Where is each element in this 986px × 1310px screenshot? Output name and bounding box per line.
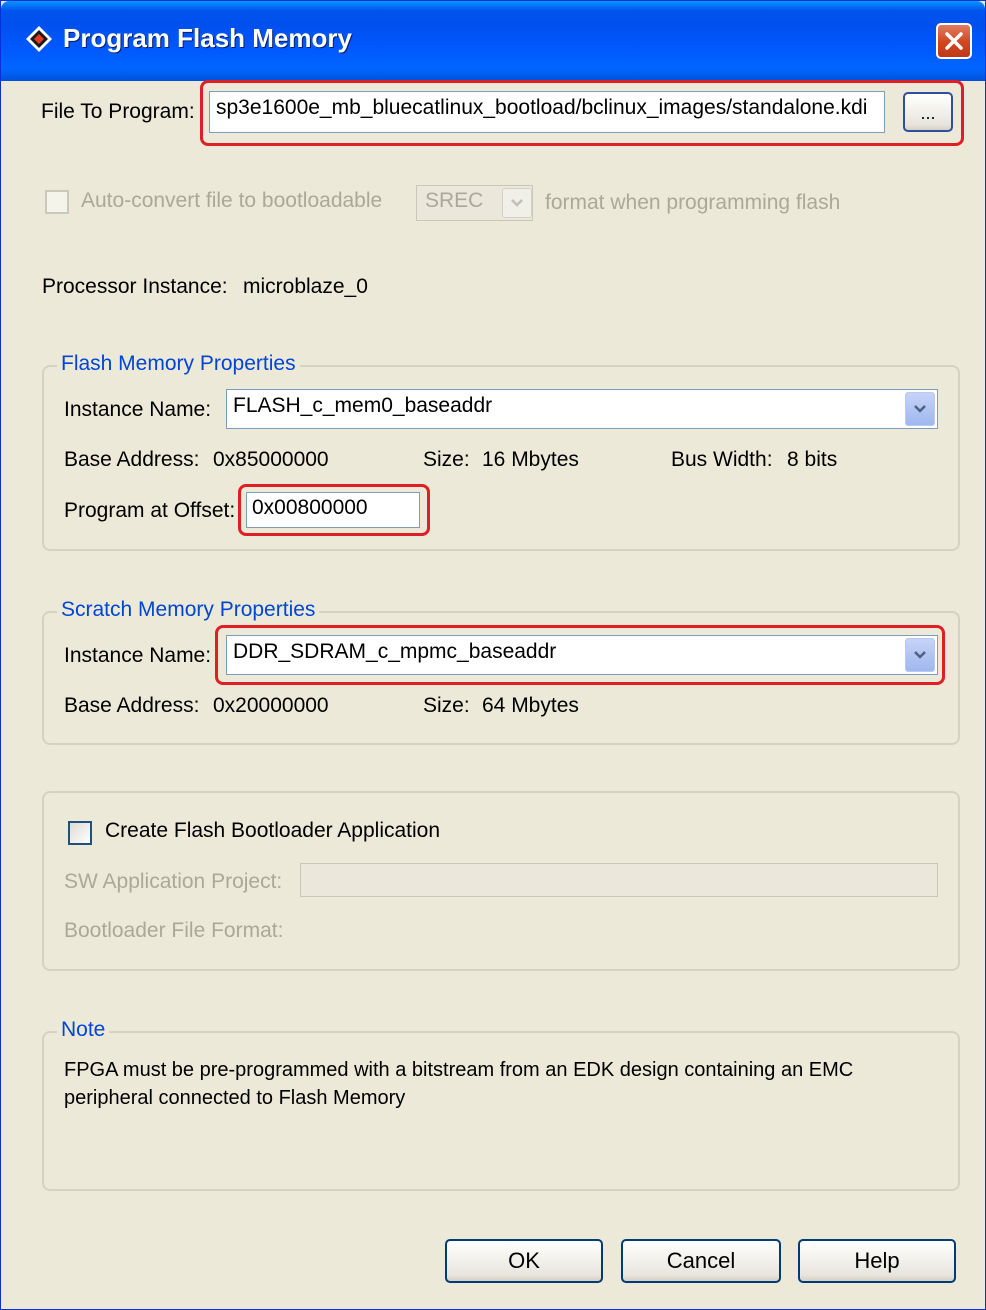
offset-highlight-frame (238, 484, 430, 536)
program-offset-label: Program at Offset: (64, 499, 236, 522)
processor-instance-label: Processor Instance: (42, 275, 228, 298)
scratch-memory-group-title: Scratch Memory Properties (57, 598, 320, 622)
ok-button[interactable]: OK (445, 1239, 603, 1283)
create-bootloader-label: Create Flash Bootloader Application (105, 819, 441, 842)
note-text-line2: peripheral connected to Flash Memory (64, 1087, 406, 1109)
file-highlight-frame (200, 80, 964, 146)
sw-application-project-label: SW Application Project: (64, 870, 283, 893)
chevron-down-icon (914, 405, 926, 413)
help-button[interactable]: Help (798, 1239, 956, 1283)
xilinx-app-icon (26, 26, 52, 52)
flash-size-value: 16 Mbytes (482, 448, 579, 471)
sw-application-project-input[interactable] (300, 863, 938, 897)
auto-convert-checkbox[interactable] (45, 190, 69, 214)
cancel-button[interactable]: Cancel (621, 1239, 781, 1283)
auto-convert-label: Auto-convert file to bootloadable (81, 189, 383, 212)
flash-instance-select[interactable]: FLASH_c_mem0_baseaddr (226, 389, 938, 429)
scratch-size-value: 64 Mbytes (482, 694, 579, 717)
format-select-value: SREC (425, 189, 484, 212)
bootloader-file-format-label: Bootloader File Format: (64, 919, 284, 942)
scratch-base-address-value: 0x20000000 (213, 694, 329, 717)
auto-convert-suffix: format when programming flash (545, 191, 841, 214)
flash-base-address-value: 0x85000000 (213, 448, 329, 471)
flash-instance-arrow[interactable] (905, 392, 935, 426)
format-select-arrow[interactable] (502, 188, 532, 218)
close-icon (945, 32, 963, 50)
file-to-program-label: File To Program: (41, 100, 195, 123)
flash-instance-value: FLASH_c_mem0_baseaddr (233, 394, 493, 417)
note-text-line1: FPGA must be pre-programmed with a bitst… (64, 1059, 854, 1081)
close-button[interactable] (936, 23, 972, 59)
flash-base-address-label: Base Address: (64, 448, 200, 471)
flash-size-label: Size: (423, 448, 470, 471)
scratch-base-address-label: Base Address: (64, 694, 200, 717)
create-bootloader-checkbox[interactable] (68, 821, 92, 845)
scratch-highlight-frame (215, 625, 945, 685)
flash-instance-label: Instance Name: (64, 398, 212, 421)
flash-memory-group-title: Flash Memory Properties (57, 352, 300, 376)
scratch-size-label: Size: (423, 694, 470, 717)
window-title: Program Flash Memory (63, 23, 352, 53)
title-bar[interactable]: Program Flash Memory (1, 1, 985, 81)
scratch-instance-label: Instance Name: (64, 644, 212, 667)
processor-instance-value: microblaze_0 (243, 275, 368, 298)
chevron-down-icon (511, 199, 523, 207)
note-group (42, 1031, 960, 1191)
bus-width-value: 8 bits (787, 448, 838, 471)
bus-width-label: Bus Width: (671, 448, 773, 471)
note-group-title: Note (57, 1018, 110, 1042)
program-flash-memory-dialog: Program Flash Memory File To Program: sp… (0, 0, 986, 1310)
